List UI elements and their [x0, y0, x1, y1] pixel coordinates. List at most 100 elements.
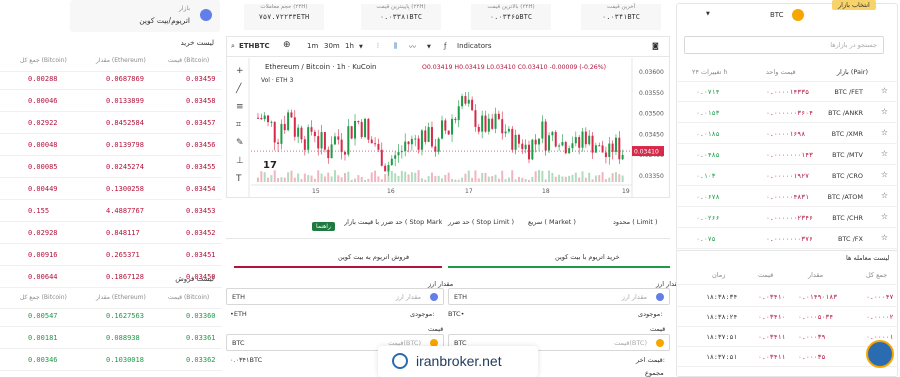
- order-row[interactable]: 0.00346 0.1030018 0.03362: [0, 349, 222, 371]
- guide-button[interactable]: راهنما: [312, 222, 335, 231]
- market-pair: BTC /MTV: [832, 151, 863, 159]
- bitcoin-icon: [656, 339, 664, 347]
- order-amount: 0.1030018: [106, 356, 144, 364]
- trade-price: ۰.۰۳۴۱۱: [758, 353, 786, 361]
- candle-body: [394, 155, 397, 159]
- candle-body: [330, 144, 333, 159]
- interval-1m[interactable]: 1m: [307, 42, 318, 50]
- market-search-input[interactable]: جستجو در بازارها: [684, 36, 884, 54]
- buy-tab[interactable]: خرید اتریوم با بیت کوین: [555, 253, 620, 261]
- candles-icon[interactable]: ⫼: [394, 42, 397, 51]
- order-row[interactable]: 0.00449 0.1300258 0.03454: [0, 178, 222, 200]
- compare-icon[interactable]: ⊕: [283, 40, 291, 50]
- market-row[interactable]: ☆ BTC /ANKR ۰.۰۰۰۰۰۰۳۶۰۴ ۰.۰۱۵۳: [676, 103, 898, 123]
- volume-bar: [594, 175, 597, 182]
- volume-bar: [491, 176, 494, 182]
- candle-body: [397, 152, 400, 156]
- market-row[interactable]: ☆ BTC /MTV ۰.۰۰۰۰۰۰۰۱۴۳ ۰.۰۴۸۵: [676, 145, 898, 165]
- market-change: ۰.۰۴۸۵: [696, 151, 720, 159]
- candle-body: [598, 145, 601, 147]
- market-row[interactable]: ☆ BTC /CRO ۰.۰۰۰۰۰۱۹۲۷ ۰.۱۰۳: [676, 166, 898, 186]
- order-type-stop-market[interactable]: حد ضرر با قیمت بازار ( Stop Market ): [344, 218, 442, 226]
- favorite-star-icon[interactable]: ☆: [881, 170, 888, 179]
- candle-body: [437, 138, 440, 152]
- favorite-star-icon[interactable]: ☆: [881, 233, 888, 242]
- market-row[interactable]: ☆ BTC /ATOM ۰.۰۰۰۰۰۴۸۳۱ ۰.۰۶۷۸: [676, 187, 898, 207]
- sell-amount-field[interactable]: ETH مقدار ارز: [226, 288, 444, 305]
- search-symbol-icon[interactable]: ⌕: [231, 42, 235, 51]
- favorite-star-icon[interactable]: ☆: [881, 86, 888, 95]
- interval-dropdown-icon[interactable]: ▼: [359, 44, 363, 50]
- interval-1h[interactable]: 1h: [345, 42, 354, 50]
- favorite-star-icon[interactable]: ☆: [881, 128, 888, 137]
- order-type-limit[interactable]: محدود ( Limit ): [613, 218, 658, 226]
- order-type-market[interactable]: سریع ( Market ): [528, 218, 576, 226]
- volume-bar: [591, 179, 594, 182]
- order-price: 0.03453: [186, 207, 216, 215]
- base-currency-select[interactable]: ▼ BTC: [684, 8, 814, 24]
- interval-30m[interactable]: 30m: [324, 42, 340, 50]
- sell-tab[interactable]: فروش اتریوم به بیت کوین: [338, 253, 409, 261]
- indicators-button[interactable]: Indicators: [457, 42, 492, 50]
- candle-body: [521, 143, 524, 150]
- buy-amount-field[interactable]: ETH مقدار ارز: [448, 288, 670, 305]
- indicators-icon[interactable]: ƒ: [444, 42, 446, 50]
- order-row[interactable]: 0.155 4.4887767 0.03453: [0, 200, 222, 222]
- price-chart[interactable]: ⌕ ETHBTC ⊕ 1m 30m 1h ▼ ⫶ ⫼ 〰 ▼ ƒ Indicat…: [226, 36, 670, 198]
- market-pair: BTC /FET: [834, 88, 863, 96]
- order-row[interactable]: 0.00288 0.0687869 0.03459: [0, 68, 222, 90]
- order-amount: 0.0139798: [106, 141, 144, 149]
- bar-style-icon[interactable]: ⫶: [377, 42, 379, 51]
- order-row[interactable]: 0.02922 0.8452584 0.03457: [0, 112, 222, 134]
- candle-body: [327, 149, 330, 159]
- order-row[interactable]: 0.00547 0.1627563 0.03360: [0, 305, 222, 327]
- candle-body: [257, 117, 259, 119]
- market-price: ۰.۰۰۰۰۱۶۹۸: [766, 130, 806, 138]
- market-row[interactable]: ☆ BTC /XMR ۰.۰۰۰۰۱۶۹۸ ۰.۰۱۸۵: [676, 124, 898, 144]
- x-tick-label: 19: [622, 188, 630, 195]
- order-type-stop-limit[interactable]: حد ضرر ( Stop Limit ): [448, 218, 514, 226]
- favorite-star-icon[interactable]: ☆: [881, 212, 888, 221]
- volume-bar: [477, 178, 480, 182]
- order-row[interactable]: 0.00048 0.0139798 0.03456: [0, 134, 222, 156]
- volume-bar: [300, 179, 303, 182]
- chart-canvas[interactable]: + ╱ ≡ ⌗ ✎ ⊥ T Ethereum / Bitcoin · 1h · KuCoin O…: [227, 58, 669, 198]
- buy-balance-label: موجودی:: [638, 310, 663, 318]
- area-icon[interactable]: 〰: [409, 42, 416, 52]
- volume-bar: [390, 171, 393, 182]
- sell-balance-label: موجودی:: [410, 310, 435, 318]
- order-row[interactable]: 0.00046 0.0133899 0.03458: [0, 90, 222, 112]
- order-row[interactable]: 0.00181 0.088938 0.03361: [0, 327, 222, 349]
- volume-bar: [507, 177, 510, 182]
- order-total: 0.00048: [28, 141, 58, 149]
- market-row[interactable]: ☆ BTC /FX ۰.۰۰۰۰۰۰۰۳۷۶ ۰.۰۷۵: [676, 229, 898, 249]
- style-dropdown-icon[interactable]: ▼: [427, 44, 431, 50]
- order-row[interactable]: 0.00085 0.0245274 0.03455: [0, 156, 222, 178]
- candle-body: [357, 120, 360, 123]
- volume-bar: [347, 171, 350, 182]
- favorite-star-icon[interactable]: ☆: [881, 149, 888, 158]
- order-row[interactable]: 0.02928 0.848117 0.03452: [0, 222, 222, 244]
- volume-bar: [257, 177, 259, 182]
- order-total: 0.00288: [28, 75, 58, 83]
- chart-toolbar: ⌕ ETHBTC ⊕ 1m 30m 1h ▼ ⫶ ⫼ 〰 ▼ ƒ Indicat…: [227, 37, 669, 57]
- volume-bar: [290, 170, 293, 182]
- market-selector-box[interactable]: بازار اتریوم/بیت کوین: [70, 0, 220, 32]
- favorite-star-icon[interactable]: ☆: [881, 191, 888, 200]
- volume-bar: [360, 177, 363, 182]
- order-row[interactable]: 0.00916 0.265371 0.03451: [0, 244, 222, 266]
- camera-icon[interactable]: ◙: [652, 42, 659, 50]
- candle-body: [313, 131, 316, 137]
- candle-body: [447, 130, 450, 135]
- volume-bar: [384, 173, 387, 182]
- support-chat-icon[interactable]: [866, 340, 894, 368]
- favorite-star-icon[interactable]: ☆: [881, 107, 888, 116]
- watermark: iranbroker.net: [378, 346, 538, 377]
- candle-body: [594, 145, 597, 153]
- order-price: 0.03361: [186, 334, 216, 342]
- candle-body: [390, 158, 393, 166]
- market-row[interactable]: ☆ BTC /FET ۰.۰۰۰۰۱۴۳۳۵ ۰.۰۷۱۴: [676, 82, 898, 102]
- market-row[interactable]: ☆ BTC /CHR ۰.۰۰۰۰۰۰۲۳۴۶ ۰.۰۲۶۶: [676, 208, 898, 228]
- symbol-label[interactable]: ETHBTC: [239, 42, 270, 50]
- market-pair: BTC /CHR: [832, 214, 863, 222]
